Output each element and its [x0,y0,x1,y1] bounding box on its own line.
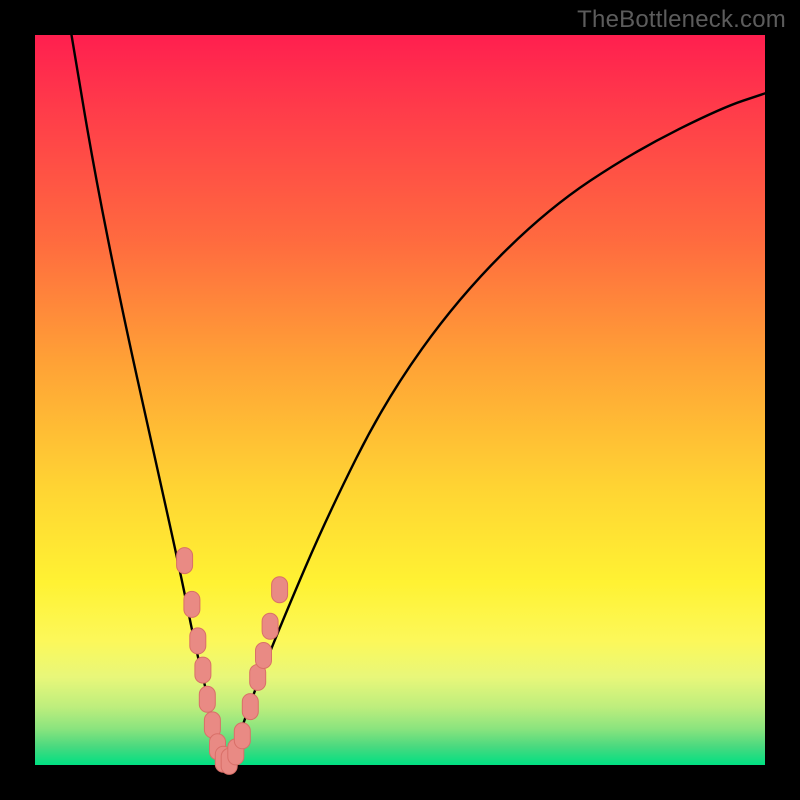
bottleneck-curve [72,35,766,760]
curve-marker [256,643,272,669]
curve-marker [199,686,215,712]
plot-area [35,35,765,765]
watermark-text: TheBottleneck.com [577,6,786,34]
marker-group [177,548,288,775]
chart-frame: TheBottleneck.com [0,0,800,800]
curve-marker [262,613,278,639]
curve-marker [195,657,211,683]
curve-marker [272,577,288,603]
curve-marker [177,548,193,574]
curve-marker [242,694,258,720]
curve-marker [234,723,250,749]
curve-marker [184,591,200,617]
curve-marker [190,628,206,654]
curve-svg [35,35,765,765]
